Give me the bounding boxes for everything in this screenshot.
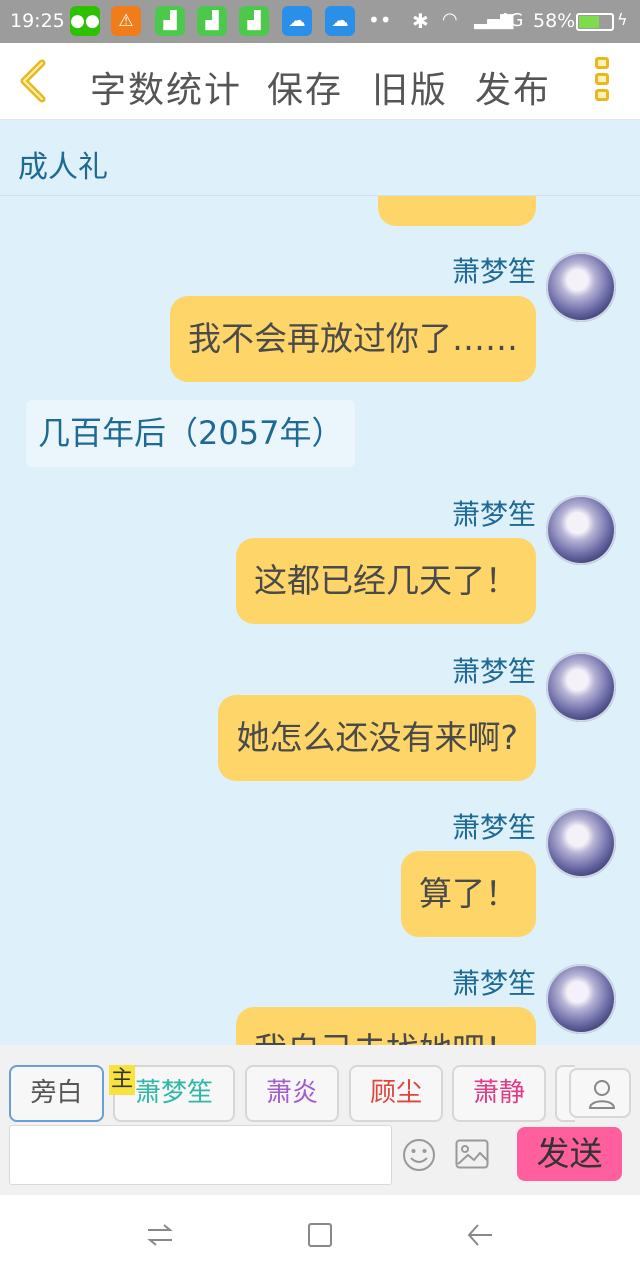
- speaker-name: 萧梦笙: [451, 811, 536, 844]
- speaker-name: 萧梦笙: [451, 498, 536, 531]
- main-character-tag: 主: [109, 1065, 136, 1095]
- home-square-icon[interactable]: [306, 1221, 334, 1253]
- message-input[interactable]: [9, 1125, 392, 1185]
- message-bubble[interactable]: 算了！: [401, 851, 536, 937]
- send-button[interactable]: 发送: [517, 1127, 622, 1181]
- message-bubble[interactable]: 我自己去找她吧！: [236, 1007, 536, 1045]
- role-chip-narration[interactable]: 旁白: [9, 1065, 104, 1122]
- switch-arrows-icon[interactable]: [146, 1221, 174, 1253]
- message-bubble[interactable]: 这都已经几天了！: [236, 538, 536, 624]
- role-chip-gu-chen[interactable]: 顾尘: [349, 1065, 443, 1122]
- message-bubble[interactable]: 她怎么还没有来啊?: [218, 695, 536, 781]
- image-icon[interactable]: [455, 1139, 489, 1173]
- chapter-title: 成人礼: [18, 150, 108, 185]
- emoji-icon[interactable]: [402, 1138, 436, 1176]
- wechat-icon: ●●: [70, 6, 100, 36]
- input-panel: 旁白 萧梦笙 主 萧炎 顾尘 萧静 发送: [0, 1045, 640, 1195]
- system-nav-bar: [0, 1195, 640, 1280]
- word-count-button[interactable]: 字数统计: [90, 61, 242, 113]
- wifi-icon: ◠: [442, 9, 458, 30]
- speaker-name: 萧梦笙: [451, 655, 536, 688]
- save-button[interactable]: 保存: [267, 61, 343, 113]
- cleaner-icon: ▟: [197, 6, 227, 36]
- bluetooth-icon: ✱: [412, 9, 429, 33]
- avatar[interactable]: [546, 252, 616, 322]
- publish-button[interactable]: 发布: [475, 61, 551, 113]
- weather-icon: ☁: [282, 6, 312, 36]
- back-arrow-icon[interactable]: [14, 57, 54, 105]
- cleaner-icon: ▟: [155, 6, 185, 36]
- network-type: 4G: [498, 10, 524, 31]
- old-version-button[interactable]: 旧版: [372, 61, 448, 113]
- speaker-name: 萧梦笙: [451, 255, 536, 288]
- weather-icon: ☁: [325, 6, 355, 36]
- battery-percent: 58%: [533, 10, 576, 32]
- avatar[interactable]: [546, 808, 616, 878]
- charging-icon: ϟ: [617, 10, 628, 29]
- person-icon: [588, 1080, 616, 1109]
- more-menu-icon[interactable]: [595, 57, 613, 107]
- role-chip-xiao-yan[interactable]: 萧炎: [245, 1065, 339, 1122]
- more-dots-icon: ••: [368, 8, 392, 32]
- warning-icon: ⚠: [111, 6, 141, 36]
- chapter-title-bar: 成人礼: [0, 120, 640, 196]
- chat-area[interactable]: 成人礼 萧梦笙 我不会再放过你了…… 几百年后（2057年） 萧梦笙 这都已经几…: [0, 120, 640, 1045]
- back-nav-icon[interactable]: [466, 1221, 494, 1253]
- cleaner-icon: ▟: [239, 6, 269, 36]
- avatar[interactable]: [546, 495, 616, 565]
- battery-icon: [576, 13, 614, 31]
- character-manage-button[interactable]: [569, 1068, 631, 1118]
- speaker-name: 萧梦笙: [451, 967, 536, 1000]
- avatar[interactable]: [546, 652, 616, 722]
- narration-message[interactable]: 几百年后（2057年）: [26, 400, 356, 467]
- role-chip-xiao-jing[interactable]: 萧静: [452, 1065, 546, 1122]
- top-toolbar: 字数统计 保存 旧版 发布: [0, 43, 640, 120]
- status-bar: 19:25 ●● ⚠ ▟ ▟ ▟ ☁ ☁ •• ✱ ◠ ▂▄▆ 4G 58% ϟ: [0, 0, 640, 43]
- avatar[interactable]: [546, 964, 616, 1034]
- message-bubble[interactable]: 我不会再放过你了……: [170, 296, 536, 382]
- status-time: 19:25: [10, 10, 65, 32]
